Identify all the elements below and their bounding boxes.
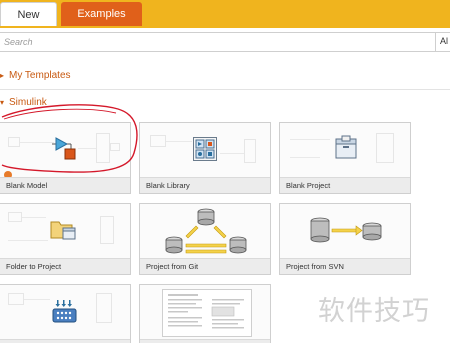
card-label [0, 339, 130, 343]
card-thumbnail [280, 123, 410, 177]
card-thumbnail [140, 123, 270, 177]
tab-new[interactable]: New [0, 2, 57, 26]
card-label: Project from SVN [280, 258, 410, 274]
tab-examples[interactable]: Examples [61, 2, 142, 26]
blank-project-icon [335, 135, 357, 159]
search-input[interactable] [0, 33, 436, 51]
blank-library-icon [193, 137, 217, 161]
card-label: Folder to Project [0, 258, 130, 274]
chevron-right-icon: ▸ [0, 71, 5, 80]
search-bar: Al [0, 32, 450, 52]
card-project-from-svn[interactable]: Project from SVN [279, 203, 411, 275]
card-label [140, 339, 270, 343]
svn-project-icon [310, 217, 382, 243]
card-thumbnail [280, 204, 410, 258]
card-thumbnail [140, 204, 270, 258]
card-label: Blank Library [140, 177, 270, 193]
code-generation-icon [52, 300, 77, 323]
card-thumbnail [140, 285, 270, 339]
card-thumbnail [0, 285, 130, 339]
section-my-templates[interactable]: ▸ My Templates [0, 70, 71, 81]
document-template-icon [162, 289, 252, 337]
card-blank-project[interactable]: Blank Project [279, 122, 411, 194]
card-project-from-git[interactable]: Project from Git [139, 203, 271, 275]
section-divider [0, 89, 450, 90]
folder-to-project-icon [50, 221, 76, 240]
watermark-text: 软件技巧 [318, 296, 430, 327]
card-folder-to-project[interactable]: Folder to Project [0, 203, 131, 275]
card-label: Project from Git [140, 258, 270, 274]
card-label: Blank Project [280, 177, 410, 193]
annotation-circle [1, 104, 138, 173]
card-blank-library[interactable]: Blank Library [139, 122, 271, 194]
tab-bar: New Examples [0, 0, 450, 28]
card-code-generation[interactable] [0, 284, 131, 343]
card-document-template[interactable] [139, 284, 271, 343]
git-project-icon [165, 208, 247, 254]
card-label: Blank Model [0, 177, 130, 193]
card-thumbnail [0, 204, 130, 258]
search-scope-dropdown[interactable]: Al [440, 36, 448, 46]
section-my-templates-label: My Templates [9, 70, 71, 81]
